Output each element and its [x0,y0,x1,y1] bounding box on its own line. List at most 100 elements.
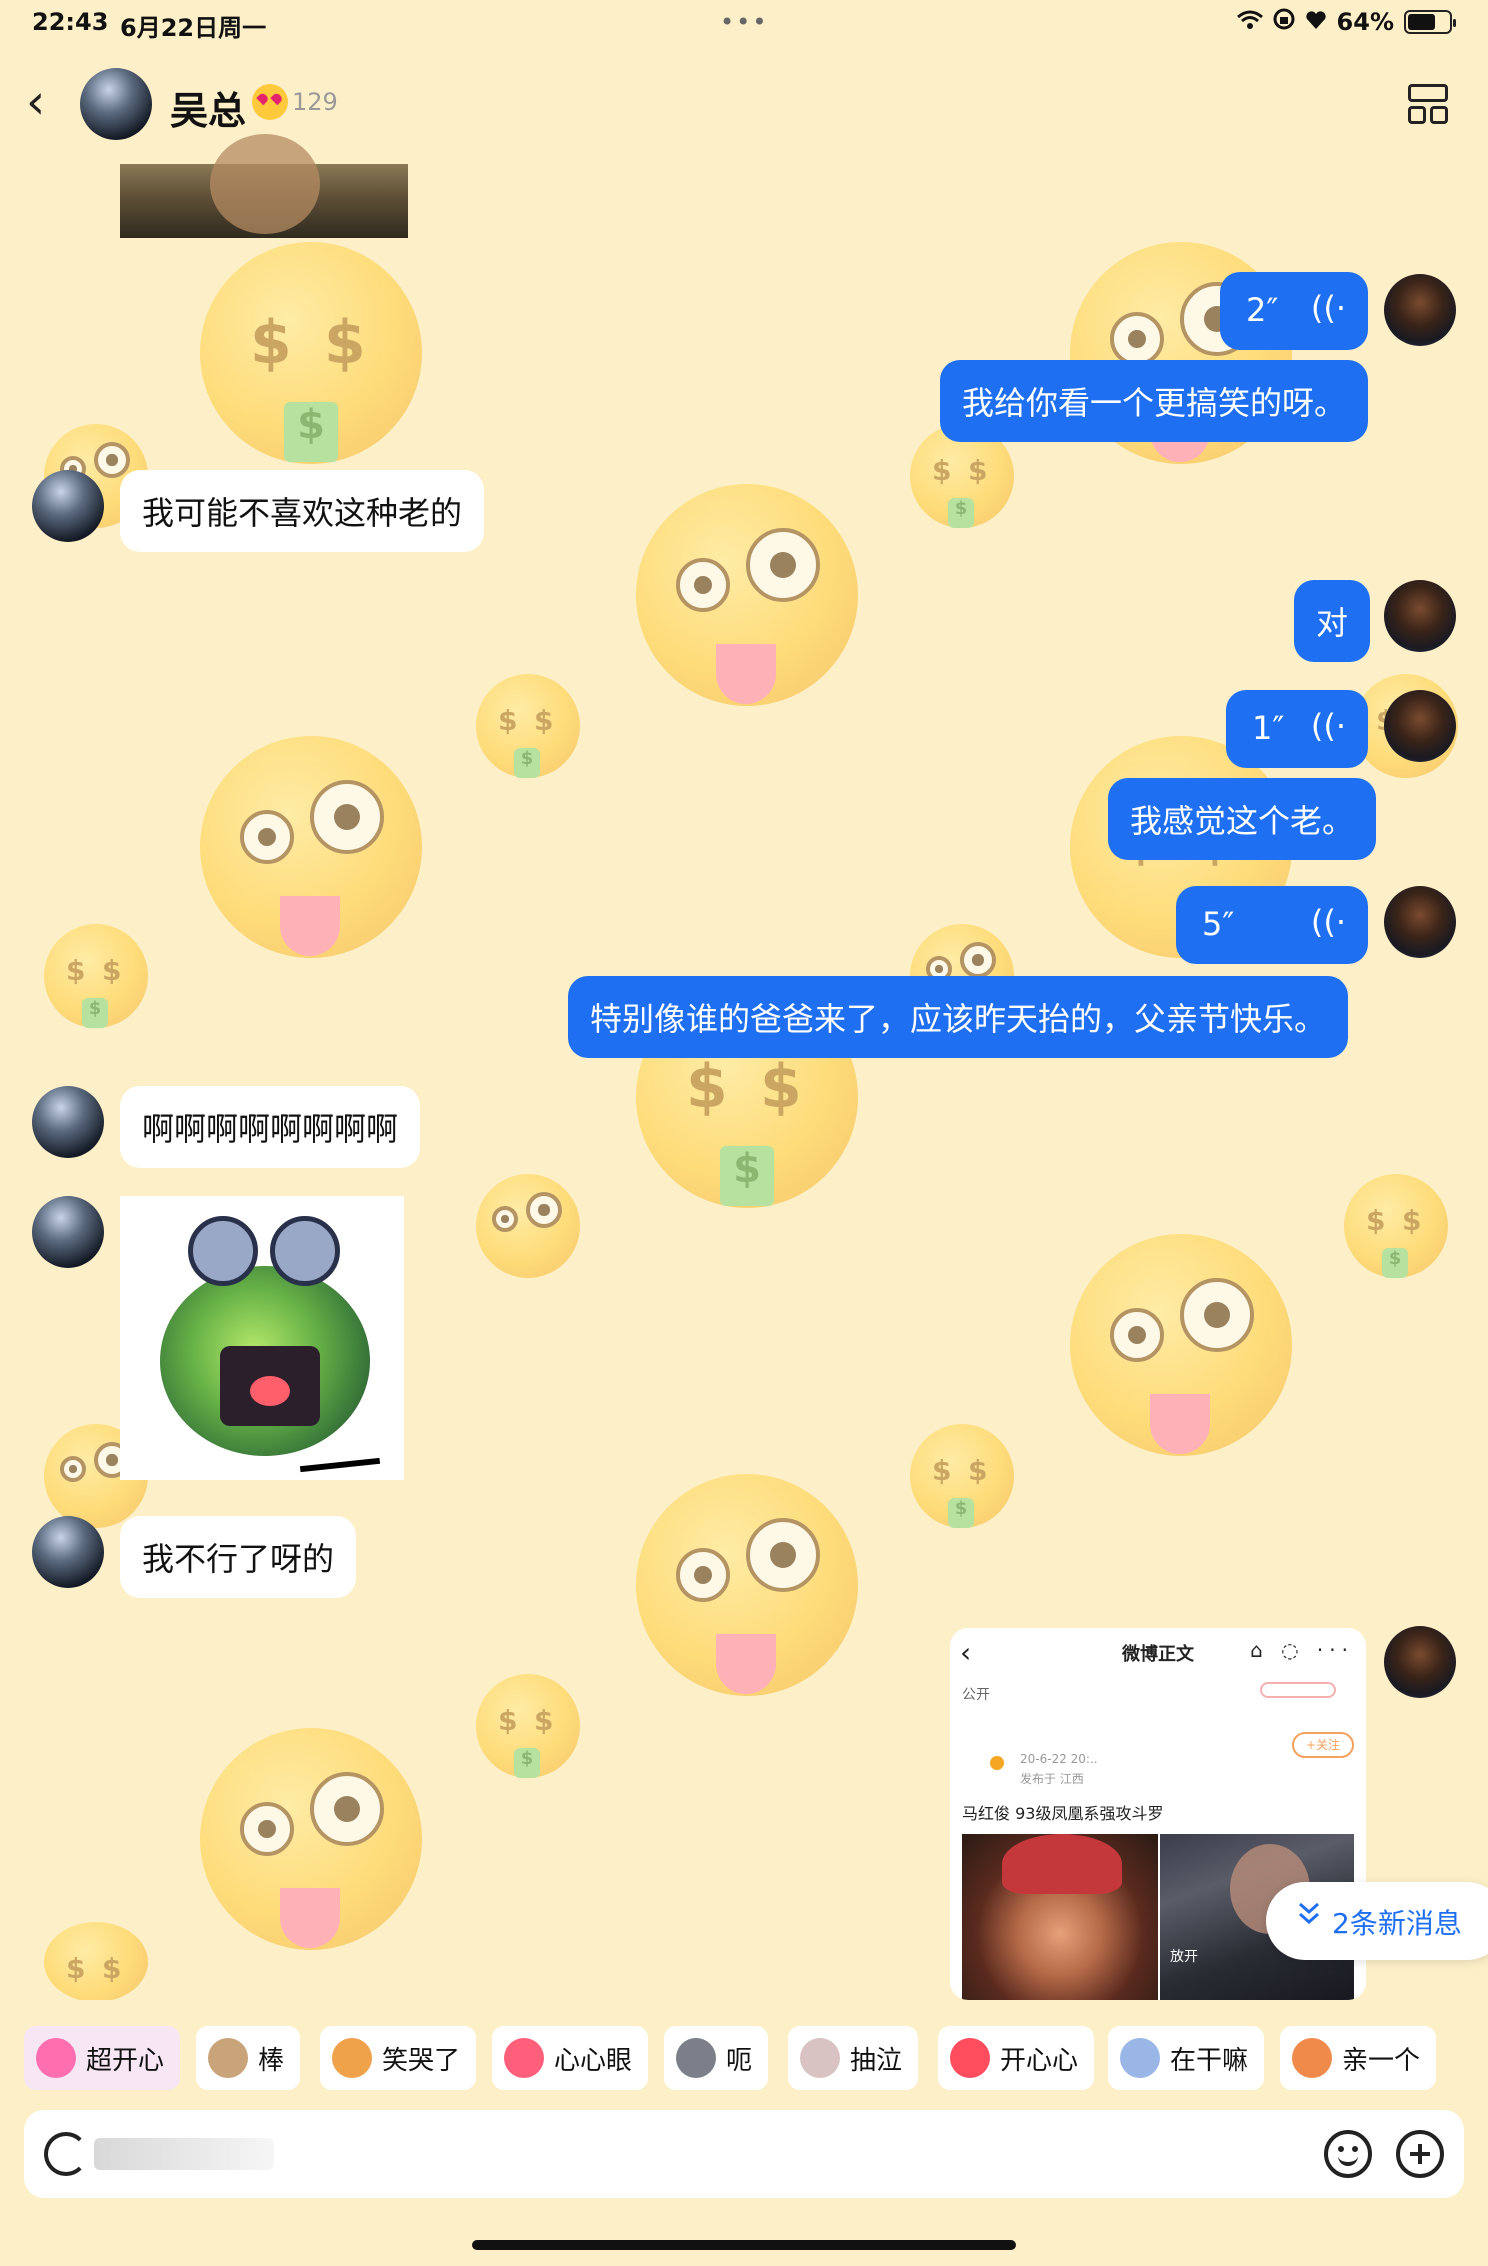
incoming-message[interactable]: 我可能不喜欢这种老的 [120,470,485,552]
sticker-chip[interactable]: 开心心 [938,2026,1095,2090]
lock-rotation-icon [1273,8,1295,36]
sticker-message[interactable] [120,1196,404,1480]
voice-duration: 5″ [1202,905,1235,943]
sticker-chip[interactable]: 呃 [664,2026,769,2090]
outgoing-message[interactable]: 我给你看一个更搞笑的呀。 [940,360,1369,442]
star-struck-emoji-icon [252,84,288,120]
sticker-emoji-icon [504,2038,544,2078]
sticker-chip-label: 开心心 [1000,2045,1079,2076]
sticker-chip[interactable]: 抽泣 [788,2026,919,2090]
multitask-dots-icon[interactable]: ••• [720,8,768,36]
money-face-emoji-icon: $ $ $ [44,924,148,1028]
sticker-chip-label: 棒 [258,2045,285,2076]
heart-icon [1305,8,1327,36]
sticker-chip-label: 心心眼 [554,2045,633,2076]
new-messages-label: 2条新消息 [1332,1907,1462,1940]
contact-avatar[interactable] [32,1516,104,1588]
voice-duration: 2″ [1246,291,1279,329]
money-face-emoji-icon: $ $ $ [476,1674,580,1778]
voice-message[interactable]: 1″ ((· [1226,690,1368,768]
wifi-icon [1236,8,1263,36]
money-face-emoji-icon: $ $ $ [476,674,580,778]
quick-sticker-bar: 超开心 棒 笑哭了 心心眼 呃 抽泣 开心心 在干嘛 亲一个 [0,2000,1488,2120]
sticker-chip[interactable]: 棒 [196,2026,301,2090]
outgoing-message[interactable]: 对 [1294,580,1371,662]
sticker-emoji-icon [676,2038,716,2078]
voice-wave-icon: ((· [1310,289,1346,327]
outgoing-message[interactable]: 我感觉这个老。 [1108,778,1377,860]
sticker-emoji-icon [800,2038,840,2078]
sticker-emoji-icon [1120,2038,1160,2078]
contact-avatar[interactable] [80,68,152,140]
contact-name[interactable]: 吴总 [170,80,246,135]
intimacy-count: 129 [292,88,338,116]
sticker-emoji-icon [1292,2038,1332,2078]
battery-icon [1404,10,1456,34]
sticker-chip[interactable]: 亲一个 [1280,2026,1437,2090]
crazy-face-emoji-icon [200,1728,422,1950]
sticker-chip-label: 抽泣 [850,2045,903,2076]
sticker-chip-label: 亲一个 [1342,2045,1421,2076]
voice-wave-icon: ((· [1310,707,1346,745]
voice-input-icon[interactable] [44,2132,88,2176]
chevron-left-icon[interactable]: ‹ [26,78,66,126]
sticker-chip-label: 在干嘛 [1170,2045,1249,2076]
outgoing-message[interactable]: 特别像谁的爸爸来了，应该昨天抬的，父亲节快乐。 [568,976,1349,1058]
weibo-location: 发布于 江西 [1020,1772,1084,1786]
weibo-toolbar-icons: ⌂ ◌ ··· [1250,1638,1354,1662]
voice-message[interactable]: 5″ ((· [1176,886,1368,964]
money-face-emoji-icon: $ $ $ [200,242,422,464]
status-bar: 22:43 6月22日周一 ••• 64% [0,0,1488,48]
contact-avatar[interactable] [32,470,104,542]
sticker-emoji-icon [208,2038,248,2078]
home-indicator[interactable] [472,2240,1016,2250]
my-avatar[interactable] [1384,886,1456,958]
status-indicators: 64% [1236,8,1456,36]
my-avatar[interactable] [1384,690,1456,762]
crazy-face-emoji-icon [636,484,858,706]
voice-duration: 1″ [1252,709,1285,747]
sticker-chip[interactable]: 在干嘛 [1108,2026,1265,2090]
double-chevron-down-icon [1296,1900,1322,1935]
weibo-tag-pills [1260,1682,1336,1698]
plus-circle-icon[interactable] [1396,2130,1444,2178]
sticker-chip-label: 超开心 [86,2045,165,2076]
battery-percent: 64% [1336,8,1394,36]
weibo-image-caption: 放开 [1170,1949,1198,1965]
voice-message[interactable]: 2″ ((· [1220,272,1368,350]
my-avatar[interactable] [1384,274,1456,346]
new-messages-button[interactable]: 2条新消息 [1266,1882,1488,1960]
sticker-chip[interactable]: 心心眼 [492,2026,649,2090]
weibo-follow-badge: +关注 [1292,1732,1354,1758]
image-message[interactable] [120,134,408,238]
sticker-chip[interactable]: 笑哭了 [320,2026,477,2090]
crazy-face-emoji-icon [1070,1234,1292,1456]
message-input[interactable] [94,2136,854,2172]
smile-icon[interactable] [1324,2130,1372,2178]
contact-avatar[interactable] [32,1086,104,1158]
crazy-face-emoji-icon [476,1174,580,1278]
contact-avatar[interactable] [32,1196,104,1268]
status-date: 6月22日周一 [120,14,267,42]
layout-grid-icon[interactable] [1408,84,1448,124]
money-face-emoji-icon: $$ [44,1922,148,2002]
sticker-chip-label: 笑哭了 [382,2045,461,2076]
sticker-chip-label: 呃 [726,2045,753,2076]
sticker-emoji-icon [332,2038,372,2078]
incoming-message[interactable]: 我不行了呀的 [120,1516,357,1598]
weibo-date: 20-6-22 20:.. [1020,1752,1098,1766]
my-avatar[interactable] [1384,580,1456,652]
verified-badge-icon [990,1756,1004,1770]
intimacy-badge[interactable]: 129 [252,84,338,120]
crazy-face-emoji-icon [200,736,422,958]
weibo-image [962,1834,1158,2000]
incoming-message[interactable]: 啊啊啊啊啊啊啊啊 [120,1086,421,1168]
voice-wave-icon: ((· [1310,903,1346,941]
message-input-bar [24,2110,1464,2198]
money-face-emoji-icon: $ $ $ [1344,1174,1448,1278]
my-avatar[interactable] [1384,1626,1456,1698]
status-time: 22:43 [32,8,109,36]
sticker-emoji-icon [36,2038,76,2078]
crazy-face-emoji-icon [636,1474,858,1696]
sticker-chip[interactable]: 超开心 [24,2026,181,2090]
